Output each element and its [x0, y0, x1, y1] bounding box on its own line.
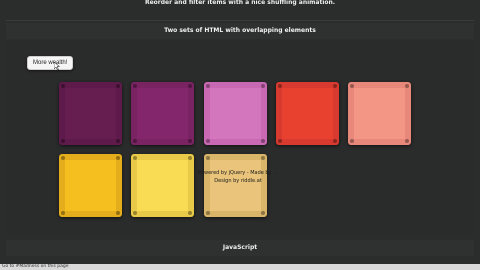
tile-inner — [65, 160, 116, 211]
cursor-icon — [54, 62, 60, 70]
browser-status-bar: Go to #Madness on this page — [0, 264, 480, 270]
tile-corner-dot — [133, 156, 137, 160]
tile-inner — [210, 160, 261, 211]
more-wealth-button[interactable]: More wealth! — [27, 56, 74, 70]
tile-corner-dot — [261, 84, 265, 88]
tile-corner-dot — [405, 84, 409, 88]
tile-corner-dot — [206, 139, 210, 143]
tile-corner-dot — [61, 139, 65, 143]
tile-corner-dot — [133, 84, 137, 88]
tile-corner-dot — [116, 139, 120, 143]
tile-corner-dot — [188, 211, 192, 215]
tile-corner-dot — [261, 139, 265, 143]
tile-corner-dot — [188, 156, 192, 160]
tile-corner-dot — [61, 211, 65, 215]
tile-corner-dot — [133, 211, 137, 215]
section-footer: JavaScript — [6, 240, 474, 256]
tile-inner — [65, 88, 116, 139]
credits-line-1: Powered by jQuery - Made by ... — [198, 170, 278, 176]
tile-7[interactable] — [131, 154, 194, 217]
credits-overlay: Powered by jQuery - Made by ... Design b… — [188, 169, 288, 185]
tile-5[interactable] — [348, 82, 411, 145]
tile-inner — [137, 88, 188, 139]
tile-corner-dot — [116, 84, 120, 88]
tile-corner-dot — [206, 211, 210, 215]
tile-corner-dot — [61, 84, 65, 88]
tile-corner-dot — [206, 156, 210, 160]
tile-corner-dot — [261, 211, 265, 215]
divider — [6, 20, 474, 21]
tile-3[interactable] — [204, 82, 267, 145]
tile-8[interactable] — [204, 154, 267, 217]
tile-corner-dot — [405, 139, 409, 143]
tile-corner-dot — [350, 84, 354, 88]
top-caption: Reorder and filter items with a nice shu… — [144, 0, 336, 6]
tile-6[interactable] — [59, 154, 122, 217]
tile-corner-dot — [188, 139, 192, 143]
tile-corner-dot — [333, 139, 337, 143]
tile-corner-dot — [116, 156, 120, 160]
credits-line-2: Design by riddle.at — [214, 178, 262, 184]
tile-inner — [354, 88, 405, 139]
tile-corner-dot — [278, 84, 282, 88]
tile-corner-dot — [133, 139, 137, 143]
tile-corner-dot — [188, 84, 192, 88]
tile-inner — [137, 160, 188, 211]
tile-corner-dot — [350, 139, 354, 143]
tile-2[interactable] — [131, 82, 194, 145]
tile-inner — [282, 88, 333, 139]
tile-corner-dot — [61, 156, 65, 160]
tile-1[interactable] — [59, 82, 122, 145]
tile-4[interactable] — [276, 82, 339, 145]
tile-corner-dot — [261, 156, 265, 160]
tile-inner — [210, 88, 261, 139]
tile-corner-dot — [333, 84, 337, 88]
tile-corner-dot — [206, 84, 210, 88]
section-header: Two sets of HTML with overlapping elemen… — [6, 23, 474, 39]
tile-corner-dot — [116, 211, 120, 215]
tile-corner-dot — [278, 139, 282, 143]
